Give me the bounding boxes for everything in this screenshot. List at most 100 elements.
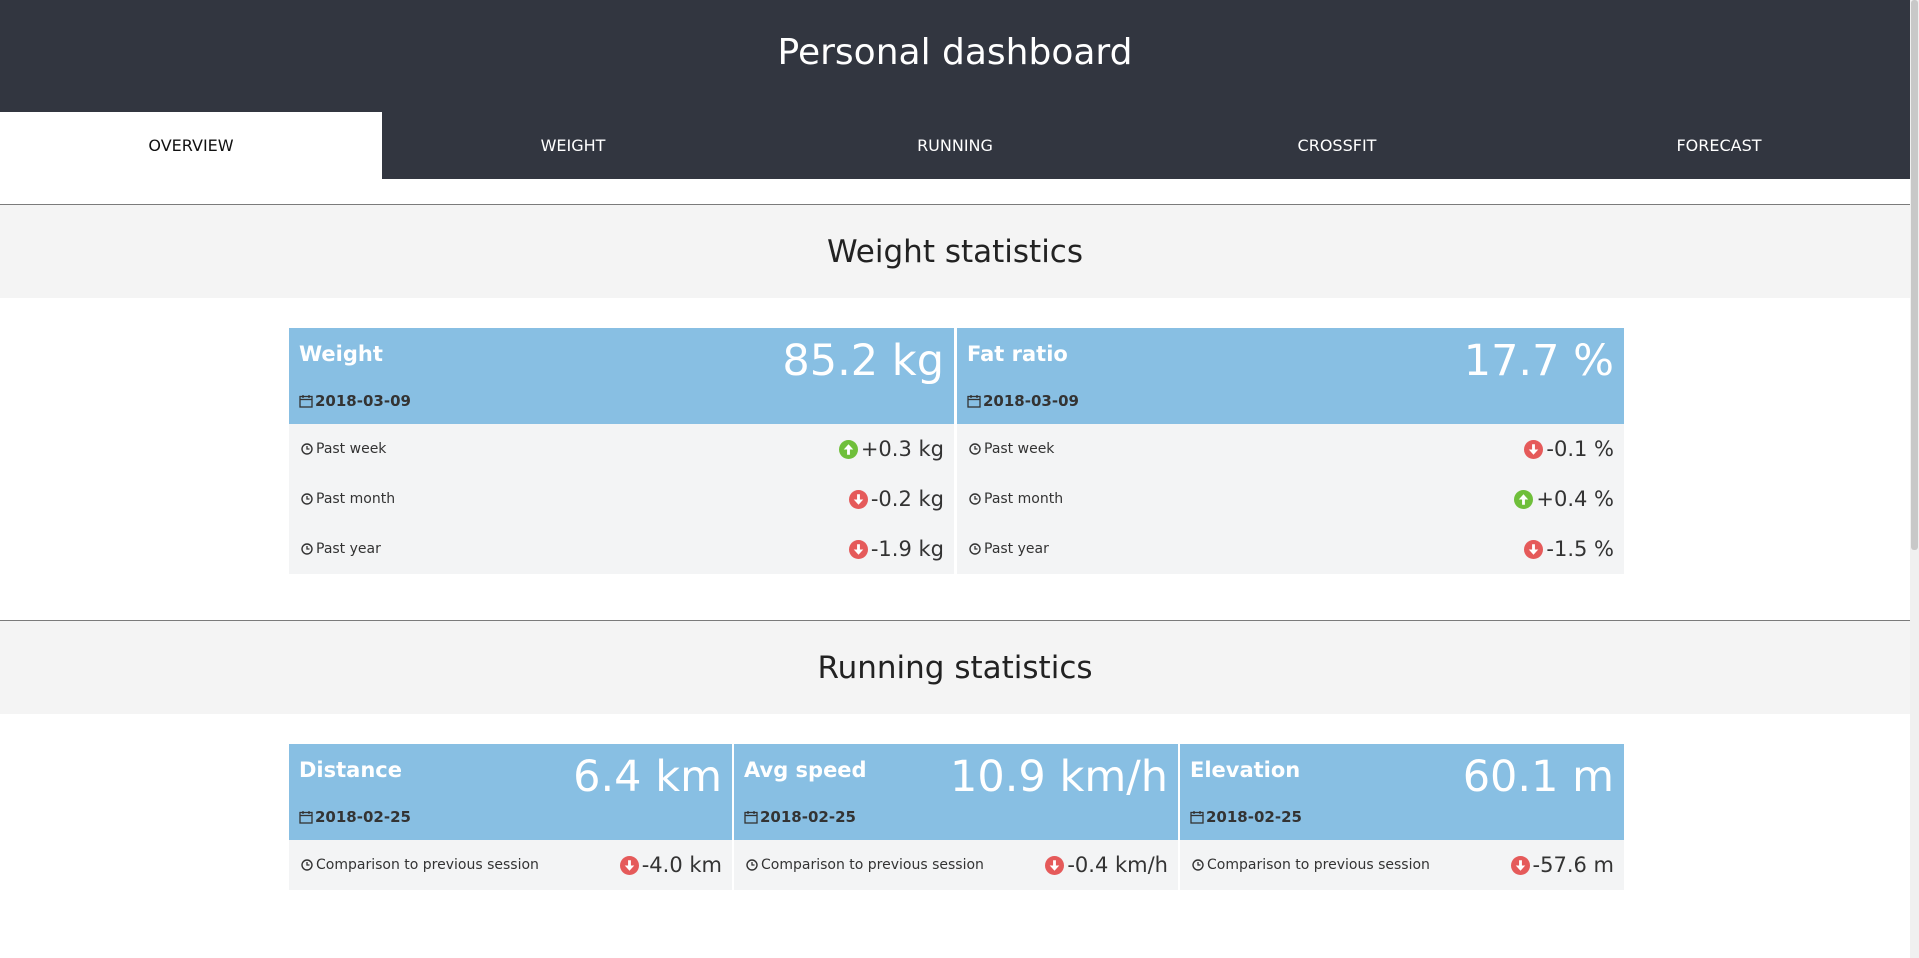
arrow-up-icon [838, 439, 858, 459]
fat-ratio-card: Fat ratio 17.7 % 2018-03-09 Past week -0… [957, 328, 1624, 574]
stat-label: Past week [969, 441, 1054, 457]
main-nav: OVERVIEW WEIGHT RUNNING CROSSFIT FORECAS… [0, 112, 1910, 179]
stat-delta: +0.4 % [1514, 487, 1614, 511]
card-date-text: 2018-03-09 [315, 392, 411, 410]
calendar-icon [299, 395, 313, 408]
stat-delta: +0.3 kg [838, 437, 944, 461]
clock-icon [301, 859, 313, 871]
card-date: 2018-03-09 [299, 392, 411, 410]
app-header: Personal dashboard [0, 0, 1910, 112]
arrow-down-icon [1510, 855, 1530, 875]
stat-row-past-week: Past week -0.1 % [957, 424, 1624, 474]
stat-label: Past month [301, 491, 395, 507]
clock-icon [301, 493, 313, 505]
stat-delta-text: -4.0 km [641, 853, 722, 877]
card-date: 2018-02-25 [299, 808, 411, 826]
arrow-down-icon [1524, 539, 1544, 559]
calendar-icon [744, 811, 758, 824]
distance-card: Distance 6.4 km 2018-02-25 Comparison to… [289, 744, 732, 890]
stat-label: Comparison to previous session [301, 857, 539, 873]
stat-row-past-year: Past year -1.5 % [957, 524, 1624, 574]
stat-delta: -1.9 kg [848, 537, 944, 561]
stat-row-past-week: Past week +0.3 kg [289, 424, 954, 474]
clock-icon [301, 543, 313, 555]
card-body: Past week +0.3 kg Past month -0.2 kg Pas… [289, 424, 954, 574]
stat-label: Comparison to previous session [746, 857, 984, 873]
card-date-text: 2018-02-25 [1206, 808, 1302, 826]
clock-icon [1192, 859, 1204, 871]
clock-icon [969, 443, 981, 455]
weight-card: Weight 85.2 kg 2018-03-09 Past week +0.3… [289, 328, 954, 574]
stat-label-text: Past year [984, 541, 1049, 557]
stat-delta-text: +0.3 kg [860, 437, 944, 461]
stat-label-text: Past month [316, 491, 396, 507]
card-date-text: 2018-03-09 [983, 392, 1079, 410]
weight-section-title: Weight statistics [826, 234, 1084, 270]
card-body: Comparison to previous session -4.0 km [289, 840, 732, 890]
running-section-header: Running statistics [0, 620, 1910, 714]
card-date-text: 2018-02-25 [760, 808, 856, 826]
page-title: Personal dashboard [777, 32, 1133, 73]
stat-row-comparison: Comparison to previous session -0.4 km/h [734, 840, 1178, 890]
tab-crossfit[interactable]: CROSSFIT [1146, 112, 1528, 179]
calendar-icon [1190, 811, 1204, 824]
stat-delta: -0.1 % [1524, 437, 1614, 461]
stat-label-text: Past month [984, 491, 1064, 507]
card-label: Avg speed [744, 758, 867, 782]
card-date-text: 2018-02-25 [315, 808, 411, 826]
card-body: Comparison to previous session -57.6 m [1180, 840, 1624, 890]
stat-row-past-month: Past month -0.2 kg [289, 474, 954, 524]
clock-icon [969, 543, 981, 555]
arrow-down-icon [1045, 855, 1065, 875]
stat-row-comparison: Comparison to previous session -57.6 m [1180, 840, 1624, 890]
tab-forecast[interactable]: FORECAST [1528, 112, 1910, 179]
stat-delta-text: -1.5 % [1546, 537, 1614, 561]
card-body: Past week -0.1 % Past month +0.4 % Past … [957, 424, 1624, 574]
card-label: Distance [299, 758, 402, 782]
avg-speed-card: Avg speed 10.9 km/h 2018-02-25 Compariso… [734, 744, 1178, 890]
card-date: 2018-03-09 [967, 392, 1079, 410]
card-header: Weight 85.2 kg 2018-03-09 [289, 328, 954, 424]
card-value: 6.4 km [573, 752, 722, 802]
stat-delta-text: -0.1 % [1546, 437, 1614, 461]
scrollbar-thumb[interactable] [1911, 0, 1918, 550]
stat-label-text: Past week [984, 441, 1055, 457]
card-value: 85.2 kg [782, 336, 944, 386]
arrow-down-icon [1524, 439, 1544, 459]
card-header: Elevation 60.1 m 2018-02-25 [1180, 744, 1624, 840]
stat-label-text: Past week [316, 441, 387, 457]
stat-label: Past year [969, 541, 1049, 557]
card-header: Fat ratio 17.7 % 2018-03-09 [957, 328, 1624, 424]
card-header: Distance 6.4 km 2018-02-25 [289, 744, 732, 840]
vertical-scrollbar[interactable] [1910, 0, 1919, 958]
card-value: 60.1 m [1462, 752, 1614, 802]
clock-icon [301, 443, 313, 455]
stat-delta: -57.6 m [1510, 853, 1614, 877]
arrow-up-icon [1514, 489, 1534, 509]
stat-delta-text: -57.6 m [1532, 853, 1614, 877]
stat-delta: -1.5 % [1524, 537, 1614, 561]
card-date: 2018-02-25 [1190, 808, 1302, 826]
clock-icon [746, 859, 758, 871]
card-label: Weight [299, 342, 383, 366]
stat-row-past-month: Past month +0.4 % [957, 474, 1624, 524]
stat-label: Comparison to previous session [1192, 857, 1430, 873]
card-date: 2018-02-25 [744, 808, 856, 826]
card-label: Elevation [1190, 758, 1301, 782]
stat-delta-text: -0.4 km/h [1067, 853, 1168, 877]
stat-label-text: Comparison to previous session [761, 857, 984, 873]
stat-delta-text: +0.4 % [1536, 487, 1614, 511]
calendar-icon [299, 811, 313, 824]
stat-label-text: Past year [316, 541, 381, 557]
tab-running[interactable]: RUNNING [764, 112, 1146, 179]
card-body: Comparison to previous session -0.4 km/h [734, 840, 1178, 890]
card-header: Avg speed 10.9 km/h 2018-02-25 [734, 744, 1178, 840]
arrow-down-icon [848, 539, 868, 559]
stat-row-comparison: Comparison to previous session -4.0 km [289, 840, 732, 890]
card-value: 17.7 % [1463, 336, 1614, 386]
stat-label-text: Comparison to previous session [1207, 857, 1430, 873]
tab-overview[interactable]: OVERVIEW [0, 112, 382, 179]
stat-label: Past year [301, 541, 381, 557]
stat-label-text: Comparison to previous session [316, 857, 539, 873]
tab-weight[interactable]: WEIGHT [382, 112, 764, 179]
